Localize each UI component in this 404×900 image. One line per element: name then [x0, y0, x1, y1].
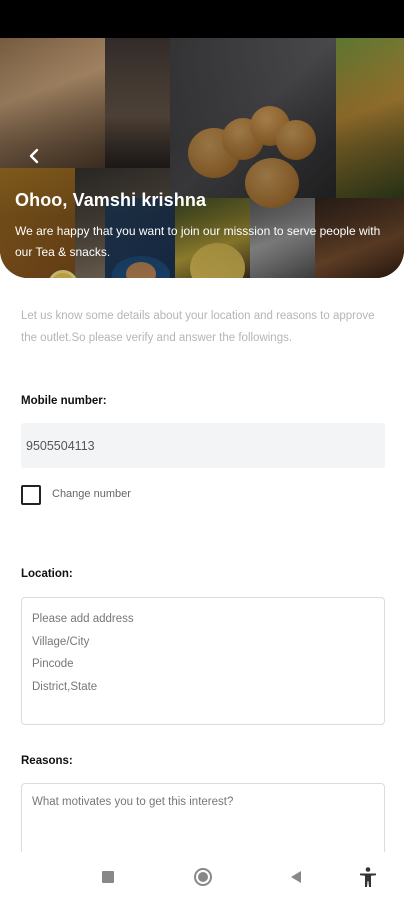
home-button[interactable]	[192, 866, 214, 888]
location-placeholder-village: Village/City	[32, 635, 90, 648]
intro-text: Let us know some details about your loca…	[21, 310, 375, 344]
system-back-button[interactable]	[286, 867, 306, 887]
triangle-left-icon	[291, 871, 301, 883]
status-bar	[0, 0, 404, 38]
page-title: Ohoo, Vamshi krishna	[15, 190, 207, 210]
location-label: Location:	[21, 568, 73, 580]
mobile-number-field[interactable]: 9505504113	[21, 423, 385, 468]
back-button[interactable]	[22, 144, 46, 168]
location-placeholder-district: District,State	[32, 680, 98, 693]
location-placeholder-pincode: Pincode	[32, 658, 74, 670]
accessibility-icon	[360, 867, 376, 887]
circle-icon	[194, 868, 212, 886]
reasons-placeholder: What motivates you to get this interest?	[32, 796, 234, 808]
page-subtitle: We are happy that you want to join our m…	[15, 224, 381, 259]
system-nav-bar	[0, 852, 404, 900]
reasons-label: Reasons:	[21, 755, 73, 767]
change-number-checkbox[interactable]	[21, 485, 41, 505]
square-icon	[102, 871, 114, 883]
hero-banner: Ohoo, Vamshi krishna We are happy that y…	[0, 38, 404, 278]
mobile-number-value: 9505504113	[26, 438, 95, 453]
chevron-left-icon	[29, 148, 39, 164]
location-placeholder-address: Please add address	[32, 613, 134, 625]
change-number-label[interactable]: Change number	[52, 488, 131, 500]
location-input[interactable]: Please add address Village/City Pincode …	[21, 597, 385, 725]
recents-button[interactable]	[98, 867, 118, 887]
mobile-number-label: Mobile number:	[21, 395, 107, 407]
accessibility-button[interactable]	[356, 865, 380, 889]
